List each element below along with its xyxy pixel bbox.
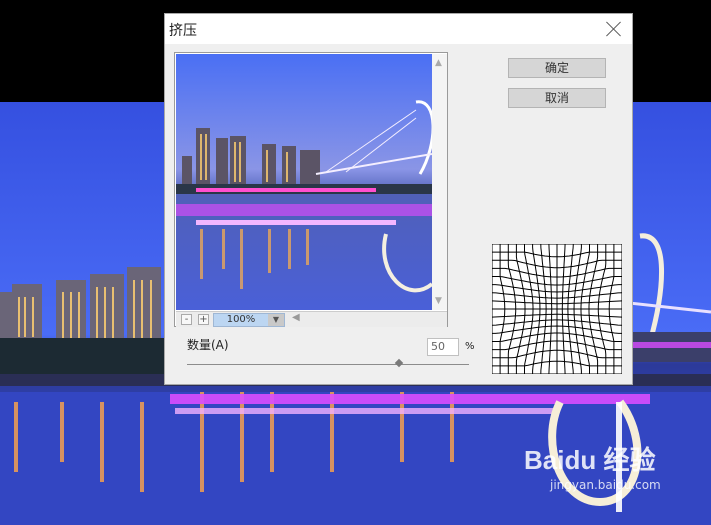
zoom-value: 100% — [226, 314, 256, 325]
scroll-left-icon[interactable]: ◀ — [292, 312, 300, 323]
amount-slider-track[interactable] — [187, 364, 469, 365]
close-icon[interactable] — [605, 20, 623, 38]
amount-slider-thumb[interactable] — [394, 358, 403, 368]
amount-label: 数量(A) — [187, 338, 229, 352]
scroll-up-icon[interactable]: ▲ — [435, 58, 442, 68]
amount-unit: % — [465, 341, 475, 352]
cancel-button[interactable]: 取消 — [508, 88, 606, 108]
preview-panel: ▲ ▼ - + 100% ▼ ◀ — [174, 52, 448, 327]
zoom-out-button[interactable]: - — [181, 314, 192, 325]
ok-button[interactable]: 确定 — [508, 58, 606, 78]
zoom-in-button[interactable]: + — [198, 314, 209, 325]
dialog-titlebar: 挤压 — [165, 14, 632, 44]
amount-input[interactable]: 50 — [427, 338, 459, 356]
baidu-watermark: Baidu 经验 jingyan.baidu.com — [520, 440, 700, 500]
squeeze-grid-preview — [491, 243, 623, 375]
squeeze-dialog: 挤压 确定 取消 ▲ ▼ - + 100% ▼ ◀ 数量(A) 50 % — [164, 13, 633, 385]
chevron-down-icon[interactable]: ▼ — [268, 314, 284, 326]
preview-artwork — [176, 54, 432, 310]
preview-vertical-scrollbar[interactable]: ▲ ▼ — [432, 54, 447, 310]
distortion-grid — [491, 243, 623, 375]
watermark-logo: Baidu 经验 — [524, 445, 656, 475]
preview-image[interactable] — [176, 54, 432, 310]
zoom-select[interactable]: 100% ▼ — [213, 313, 285, 327]
scroll-down-icon[interactable]: ▼ — [435, 296, 442, 306]
preview-zoom-bar: - + 100% ▼ ◀ — [176, 311, 447, 327]
dialog-title: 挤压 — [169, 23, 197, 39]
watermark-url: jingyan.baidu.com — [550, 478, 661, 492]
